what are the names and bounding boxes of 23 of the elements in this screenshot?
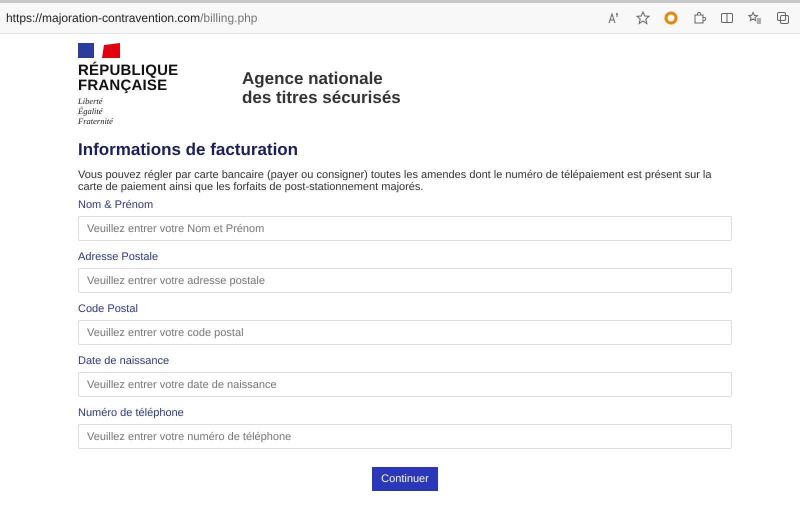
star-icon[interactable]	[636, 11, 650, 25]
input-field[interactable]: Veuillez entrer votre code postal	[78, 320, 732, 345]
input-field[interactable]: Veuillez entrer votre Nom et Prénom	[78, 216, 732, 241]
field-label: Date de naissance	[78, 355, 170, 368]
input-field[interactable]: Veuillez entrer votre adresse postale	[78, 268, 732, 293]
collections-icon[interactable]	[776, 11, 790, 25]
logo-text: RÉPUBLIQUE FRANÇAISE	[78, 63, 180, 93]
input-field[interactable]: Veuillez entrer votre numéro de téléphone	[78, 424, 732, 449]
field-label: Code Postal	[78, 303, 138, 316]
favorites-icon[interactable]	[748, 11, 762, 25]
field-label: Nom & Prénom	[78, 199, 154, 212]
continue-button[interactable]: Continuer	[372, 467, 438, 491]
motto-text: Liberté Égalité Fraternité	[78, 96, 114, 126]
agency-name: Agence nationale des titres sécurisés	[242, 69, 401, 107]
puzzle-icon[interactable]	[692, 11, 706, 25]
split-view-icon[interactable]	[720, 11, 734, 25]
field-label: Adresse Postale	[78, 251, 158, 264]
intro-text: Vous pouvez régler par carte bancaire (payer ou consigner) toutes les amendes dont le numéro de télépaiement est présent sur la carte de paiement ainsi que les forfaits de post-stationnement majorés.	[78, 169, 712, 193]
field-label: Numéro de téléphone	[78, 407, 184, 420]
url-text[interactable]: https://majoration-contravention.com/billing.php	[6, 11, 608, 25]
input-field[interactable]: Veuillez entrer votre date de naissance	[78, 372, 732, 397]
form-title: Informations de facturation	[78, 140, 300, 160]
flag-icon	[78, 43, 120, 58]
